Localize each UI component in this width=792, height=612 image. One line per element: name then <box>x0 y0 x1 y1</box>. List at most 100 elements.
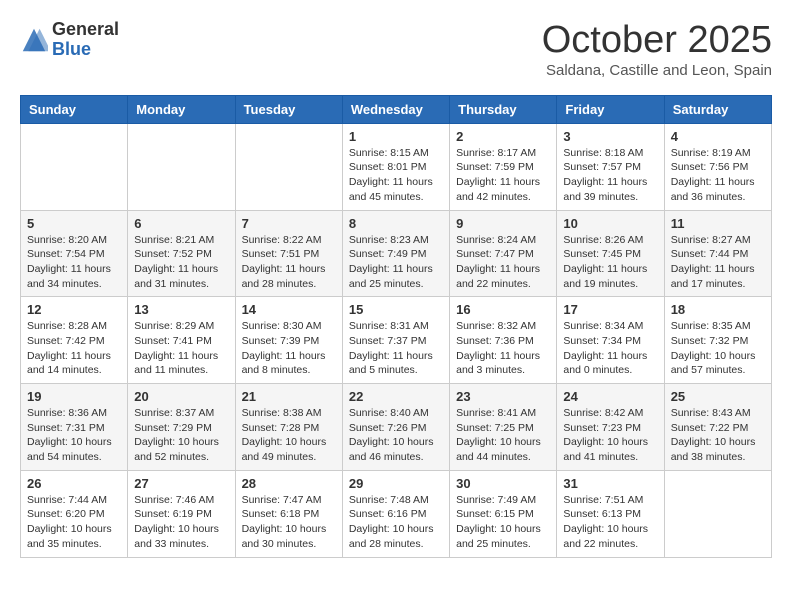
day-info: Sunrise: 7:49 AMSunset: 6:15 PMDaylight:… <box>456 493 550 552</box>
weekday-header-friday: Friday <box>557 95 664 123</box>
day-info: Sunrise: 8:35 AMSunset: 7:32 PMDaylight:… <box>671 319 765 378</box>
day-cell: 23 Sunrise: 8:41 AMSunset: 7:25 PMDayligh… <box>450 384 557 471</box>
day-cell: 11 Sunrise: 8:27 AMSunset: 7:44 PMDayligh… <box>664 210 771 297</box>
day-cell: 24 Sunrise: 8:42 AMSunset: 7:23 PMDayligh… <box>557 384 664 471</box>
day-info: Sunrise: 8:40 AMSunset: 7:26 PMDaylight:… <box>349 406 443 465</box>
week-row-4: 19 Sunrise: 8:36 AMSunset: 7:31 PMDayligh… <box>21 384 772 471</box>
day-info: Sunrise: 7:48 AMSunset: 6:16 PMDaylight:… <box>349 493 443 552</box>
weekday-header-saturday: Saturday <box>664 95 771 123</box>
day-cell: 30Sunrise: 7:49 AMSunset: 6:15 PMDayligh… <box>450 470 557 557</box>
day-info: Sunrise: 8:32 AMSunset: 7:36 PMDaylight:… <box>456 319 550 378</box>
day-number: 6 <box>134 216 228 231</box>
week-row-1: 1Sunrise: 8:15 AMSunset: 8:01 PMDaylight… <box>21 123 772 210</box>
day-cell <box>664 470 771 557</box>
day-cell: 5Sunrise: 8:20 AMSunset: 7:54 PMDaylight… <box>21 210 128 297</box>
day-info: Sunrise: 8:34 AMSunset: 7:34 PMDaylight:… <box>563 319 657 378</box>
day-info: Sunrise: 8:43 AMSunset: 7:22 PMDaylight:… <box>671 406 765 465</box>
day-cell <box>21 123 128 210</box>
day-number: 26 <box>27 476 121 491</box>
day-info: Sunrise: 8:28 AMSunset: 7:42 PMDaylight:… <box>27 319 121 378</box>
day-info: Sunrise: 8:27 AMSunset: 7:44 PMDaylight:… <box>671 233 765 292</box>
week-row-5: 26 Sunrise: 7:44 AMSunset: 6:20 PMDayligh… <box>21 470 772 557</box>
logo-blue-text: Blue <box>52 40 119 60</box>
day-number: 21 <box>242 389 336 404</box>
logo-icon <box>20 26 48 54</box>
day-info: Sunrise: 8:20 AMSunset: 7:54 PMDaylight:… <box>27 233 121 292</box>
calendar-table: SundayMondayTuesdayWednesdayThursdayFrid… <box>20 95 772 558</box>
day-cell: 3 Sunrise: 8:18 AMSunset: 7:57 PMDaylight… <box>557 123 664 210</box>
day-cell: 2Sunrise: 8:17 AMSunset: 7:59 PMDaylight… <box>450 123 557 210</box>
day-number: 20 <box>134 389 228 404</box>
day-number: 4 <box>671 129 765 144</box>
logo-text: General Blue <box>52 20 119 60</box>
weekday-header-row: SundayMondayTuesdayWednesdayThursdayFrid… <box>21 95 772 123</box>
logo: General Blue <box>20 20 119 60</box>
day-cell: 13Sunrise: 8:29 AMSunset: 7:41 PMDayligh… <box>128 297 235 384</box>
day-number: 16 <box>456 302 550 317</box>
day-cell: 19 Sunrise: 8:36 AMSunset: 7:31 PMDayligh… <box>21 384 128 471</box>
day-info: Sunrise: 8:38 AMSunset: 7:28 PMDaylight:… <box>242 406 336 465</box>
day-cell: 16 Sunrise: 8:32 AMSunset: 7:36 PMDayligh… <box>450 297 557 384</box>
day-cell: 17 Sunrise: 8:34 AMSunset: 7:34 PMDayligh… <box>557 297 664 384</box>
weekday-header-tuesday: Tuesday <box>235 95 342 123</box>
day-cell: 29 Sunrise: 7:48 AMSunset: 6:16 PMDayligh… <box>342 470 449 557</box>
logo-general-text: General <box>52 20 119 40</box>
weekday-header-sunday: Sunday <box>21 95 128 123</box>
day-info: Sunrise: 8:37 AMSunset: 7:29 PMDaylight:… <box>134 406 228 465</box>
day-cell <box>235 123 342 210</box>
day-info: Sunrise: 8:36 AMSunset: 7:31 PMDaylight:… <box>27 406 121 465</box>
day-info: Sunrise: 8:23 AMSunset: 7:49 PMDaylight:… <box>349 233 443 292</box>
day-info: Sunrise: 7:44 AMSunset: 6:20 PMDaylight:… <box>27 493 121 552</box>
day-info: Sunrise: 8:19 AMSunset: 7:56 PMDaylight:… <box>671 146 765 205</box>
day-number: 11 <box>671 216 765 231</box>
day-cell: 25 Sunrise: 8:43 AMSunset: 7:22 PMDayligh… <box>664 384 771 471</box>
day-number: 18 <box>671 302 765 317</box>
day-info: Sunrise: 7:51 AMSunset: 6:13 PMDaylight:… <box>563 493 657 552</box>
day-info: Sunrise: 8:41 AMSunset: 7:25 PMDaylight:… <box>456 406 550 465</box>
day-info: Sunrise: 8:21 AMSunset: 7:52 PMDaylight:… <box>134 233 228 292</box>
day-number: 23 <box>456 389 550 404</box>
day-number: 13 <box>134 302 228 317</box>
day-number: 1 <box>349 129 443 144</box>
day-cell: 20 Sunrise: 8:37 AMSunset: 7:29 PMDayligh… <box>128 384 235 471</box>
day-number: 29 <box>349 476 443 491</box>
day-number: 31 <box>563 476 657 491</box>
day-info: Sunrise: 8:31 AMSunset: 7:37 PMDaylight:… <box>349 319 443 378</box>
day-info: Sunrise: 7:46 AMSunset: 6:19 PMDaylight:… <box>134 493 228 552</box>
day-cell <box>128 123 235 210</box>
day-number: 10 <box>563 216 657 231</box>
day-number: 8 <box>349 216 443 231</box>
day-cell: 26 Sunrise: 7:44 AMSunset: 6:20 PMDayligh… <box>21 470 128 557</box>
day-cell: 10Sunrise: 8:26 AMSunset: 7:45 PMDayligh… <box>557 210 664 297</box>
weekday-header-wednesday: Wednesday <box>342 95 449 123</box>
day-info: Sunrise: 7:47 AMSunset: 6:18 PMDaylight:… <box>242 493 336 552</box>
day-cell: 7 Sunrise: 8:22 AMSunset: 7:51 PMDaylight… <box>235 210 342 297</box>
day-cell: 14Sunrise: 8:30 AMSunset: 7:39 PMDayligh… <box>235 297 342 384</box>
day-number: 15 <box>349 302 443 317</box>
day-cell: 31 Sunrise: 7:51 AMSunset: 6:13 PMDayligh… <box>557 470 664 557</box>
day-info: Sunrise: 8:22 AMSunset: 7:51 PMDaylight:… <box>242 233 336 292</box>
day-number: 3 <box>563 129 657 144</box>
day-number: 7 <box>242 216 336 231</box>
day-number: 25 <box>671 389 765 404</box>
day-number: 12 <box>27 302 121 317</box>
month-title: October 2025 <box>542 20 772 62</box>
day-number: 2 <box>456 129 550 144</box>
day-cell: 12 Sunrise: 8:28 AMSunset: 7:42 PMDayligh… <box>21 297 128 384</box>
title-area: October 2025 Saldana, Castille and Leon,… <box>542 20 772 79</box>
day-cell: 1Sunrise: 8:15 AMSunset: 8:01 PMDaylight… <box>342 123 449 210</box>
day-number: 27 <box>134 476 228 491</box>
day-info: Sunrise: 8:18 AMSunset: 7:57 PMDaylight:… <box>563 146 657 205</box>
day-number: 19 <box>27 389 121 404</box>
day-cell: 6 Sunrise: 8:21 AMSunset: 7:52 PMDaylight… <box>128 210 235 297</box>
page-header: General Blue October 2025 Saldana, Casti… <box>20 20 772 79</box>
weekday-header-thursday: Thursday <box>450 95 557 123</box>
day-cell: 22 Sunrise: 8:40 AMSunset: 7:26 PMDayligh… <box>342 384 449 471</box>
day-cell: 21 Sunrise: 8:38 AMSunset: 7:28 PMDayligh… <box>235 384 342 471</box>
day-number: 24 <box>563 389 657 404</box>
day-info: Sunrise: 8:30 AMSunset: 7:39 PMDaylight:… <box>242 319 336 378</box>
day-info: Sunrise: 8:42 AMSunset: 7:23 PMDaylight:… <box>563 406 657 465</box>
day-number: 17 <box>563 302 657 317</box>
day-cell: 18 Sunrise: 8:35 AMSunset: 7:32 PMDayligh… <box>664 297 771 384</box>
day-number: 22 <box>349 389 443 404</box>
